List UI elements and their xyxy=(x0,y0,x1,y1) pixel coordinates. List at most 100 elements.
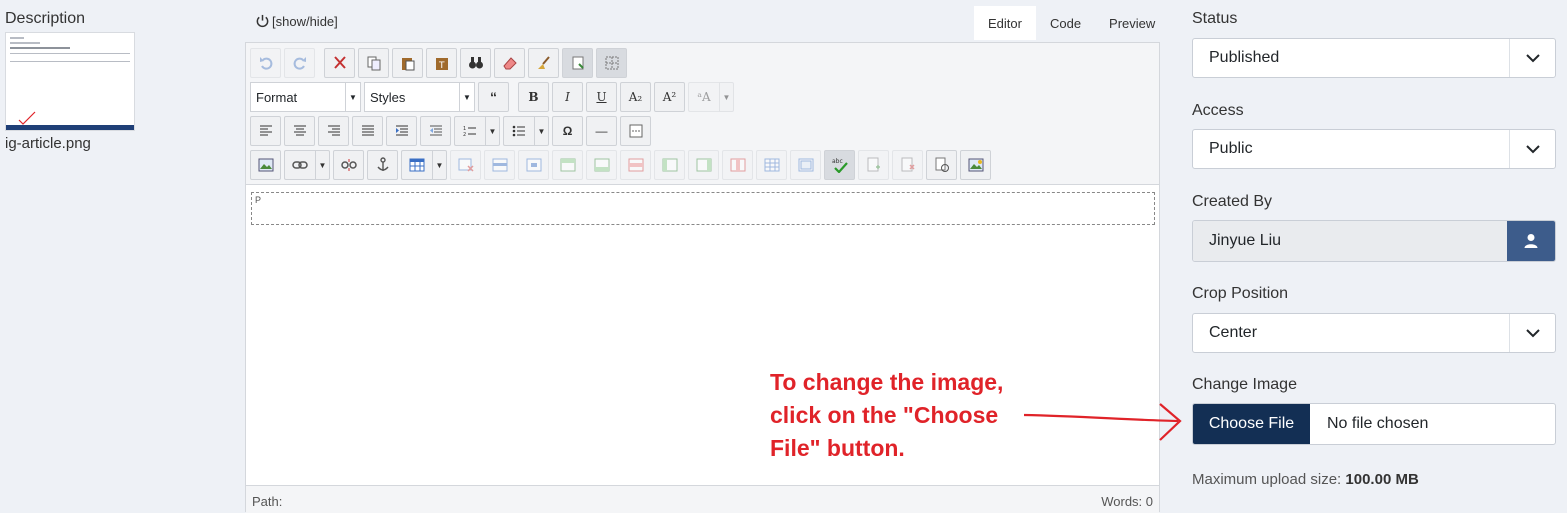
italic-icon[interactable]: I xyxy=(552,82,583,112)
format-select-label: Format xyxy=(256,89,298,105)
created-by-field: Jinyue Liu xyxy=(1192,220,1556,262)
check-mark-icon xyxy=(18,111,36,125)
max-upload-label: Maximum upload size: xyxy=(1192,471,1342,488)
redo-icon[interactable] xyxy=(284,48,315,78)
access-select[interactable]: Public xyxy=(1192,129,1556,169)
format-select[interactable]: Format ▼ xyxy=(250,82,361,112)
chevron-down-icon[interactable]: ▼ xyxy=(432,150,447,180)
cleanup-broom-icon[interactable] xyxy=(528,48,559,78)
max-upload-value: 100.00 MB xyxy=(1345,471,1419,488)
numbered-list-icon[interactable]: 12 xyxy=(454,116,485,146)
styles-select-label: Styles xyxy=(370,89,406,105)
align-right-icon[interactable] xyxy=(318,116,349,146)
find-icon[interactable] xyxy=(460,48,491,78)
thumbnail-filename: ig-article.png xyxy=(5,135,91,152)
styles-select[interactable]: Styles ▼ xyxy=(364,82,475,112)
word-count: Words: 0 xyxy=(1101,494,1153,509)
created-by-label: Created By xyxy=(1192,193,1273,210)
copy-icon[interactable] xyxy=(358,48,389,78)
outdent-icon[interactable] xyxy=(420,116,451,146)
page-break-icon[interactable] xyxy=(620,116,651,146)
align-justify-icon[interactable] xyxy=(352,116,383,146)
bullet-list-icon[interactable] xyxy=(503,116,534,146)
path-label: Path: xyxy=(252,494,283,509)
cell-props-icon[interactable] xyxy=(518,150,549,180)
arrow-icon xyxy=(1023,403,1182,441)
image-manager-icon[interactable] xyxy=(960,150,991,180)
special-char-icon[interactable]: Ω xyxy=(552,116,583,146)
toggle-editor-label: [show/hide] xyxy=(272,14,338,29)
access-label: Access xyxy=(1192,102,1244,119)
paragraph-block[interactable]: P xyxy=(251,192,1155,225)
align-center-icon[interactable] xyxy=(284,116,315,146)
underline-icon[interactable]: U xyxy=(586,82,617,112)
paragraph-marker: P xyxy=(255,195,262,205)
undo-icon[interactable] xyxy=(250,48,281,78)
paste-icon[interactable] xyxy=(392,48,423,78)
delete-table-icon[interactable] xyxy=(450,150,481,180)
status-select[interactable]: Published xyxy=(1192,38,1556,78)
table-icon[interactable] xyxy=(401,150,432,180)
blockquote-icon[interactable]: “ xyxy=(478,82,509,112)
eraser-icon[interactable] xyxy=(494,48,525,78)
chevron-down-icon[interactable]: ▼ xyxy=(534,116,549,146)
row-props-icon[interactable] xyxy=(484,150,515,180)
file-input[interactable]: Choose File No file chosen xyxy=(1192,403,1556,445)
chevron-down-icon[interactable]: ▼ xyxy=(315,150,330,180)
link-icon[interactable] xyxy=(284,150,315,180)
toggle-editor-link[interactable]: [show/hide] xyxy=(255,14,338,29)
chevron-down-icon[interactable]: ▼ xyxy=(719,82,734,112)
unlink-icon[interactable] xyxy=(333,150,364,180)
insert-row-after-icon[interactable] xyxy=(586,150,617,180)
delete-col-icon[interactable] xyxy=(722,150,753,180)
delete-row-icon[interactable] xyxy=(620,150,651,180)
max-upload-size: Maximum upload size: 100.00 MB xyxy=(1192,471,1419,488)
power-icon xyxy=(256,14,269,28)
file-status: No file chosen xyxy=(1327,415,1429,432)
tab-editor[interactable]: Editor xyxy=(974,6,1036,40)
access-value: Public xyxy=(1209,140,1253,157)
subscript-icon[interactable]: A₂ xyxy=(620,82,651,112)
insert-file-icon[interactable] xyxy=(858,150,889,180)
visual-aid-icon[interactable] xyxy=(596,48,627,78)
editor-toolbar: T Format ▼ Styles ▼ “ B I U A₂ A² ᵃA ▼ 1… xyxy=(246,43,1159,185)
choose-file-button[interactable]: Choose File xyxy=(1193,404,1310,444)
editor-tabs: Editor Code Preview xyxy=(974,6,1169,40)
chevron-down-icon xyxy=(1509,39,1555,77)
crop-position-label: Crop Position xyxy=(1192,285,1289,302)
split-cells-icon[interactable] xyxy=(756,150,787,180)
insert-row-before-icon[interactable] xyxy=(552,150,583,180)
crop-position-select[interactable]: Center xyxy=(1192,313,1556,353)
cut-icon[interactable] xyxy=(324,48,355,78)
remove-file-icon[interactable] xyxy=(892,150,923,180)
user-icon xyxy=(1524,234,1538,248)
indent-icon[interactable] xyxy=(386,116,417,146)
merge-cells-icon[interactable] xyxy=(790,150,821,180)
insert-image-icon[interactable] xyxy=(250,150,281,180)
chevron-down-icon xyxy=(1509,314,1555,352)
created-by-value: Jinyue Liu xyxy=(1193,221,1507,261)
article-thumbnail[interactable] xyxy=(5,32,135,131)
svg-text:abc: abc xyxy=(832,158,843,165)
chevron-down-icon[interactable]: ▼ xyxy=(485,116,500,146)
show-blocks-icon[interactable] xyxy=(562,48,593,78)
align-left-icon[interactable] xyxy=(250,116,281,146)
tab-code[interactable]: Code xyxy=(1036,6,1095,40)
chevron-down-icon: ▼ xyxy=(459,83,474,111)
media-icon[interactable] xyxy=(926,150,957,180)
spellcheck-icon[interactable]: abc xyxy=(824,150,855,180)
status-value: Published xyxy=(1209,49,1280,66)
horizontal-rule-icon[interactable]: — xyxy=(586,116,617,146)
select-user-button[interactable] xyxy=(1507,221,1555,261)
description-label: Description xyxy=(5,10,86,27)
anchor-icon[interactable] xyxy=(367,150,398,180)
superscript-icon[interactable]: A² xyxy=(654,82,685,112)
svg-text:T: T xyxy=(438,61,445,71)
bold-icon[interactable]: B xyxy=(518,82,549,112)
paste-text-icon[interactable]: T xyxy=(426,48,457,78)
insert-col-before-icon[interactable] xyxy=(654,150,685,180)
font-size-icon[interactable]: ᵃA xyxy=(688,82,719,112)
chevron-down-icon xyxy=(1509,130,1555,168)
tab-preview[interactable]: Preview xyxy=(1095,6,1169,40)
insert-col-after-icon[interactable] xyxy=(688,150,719,180)
